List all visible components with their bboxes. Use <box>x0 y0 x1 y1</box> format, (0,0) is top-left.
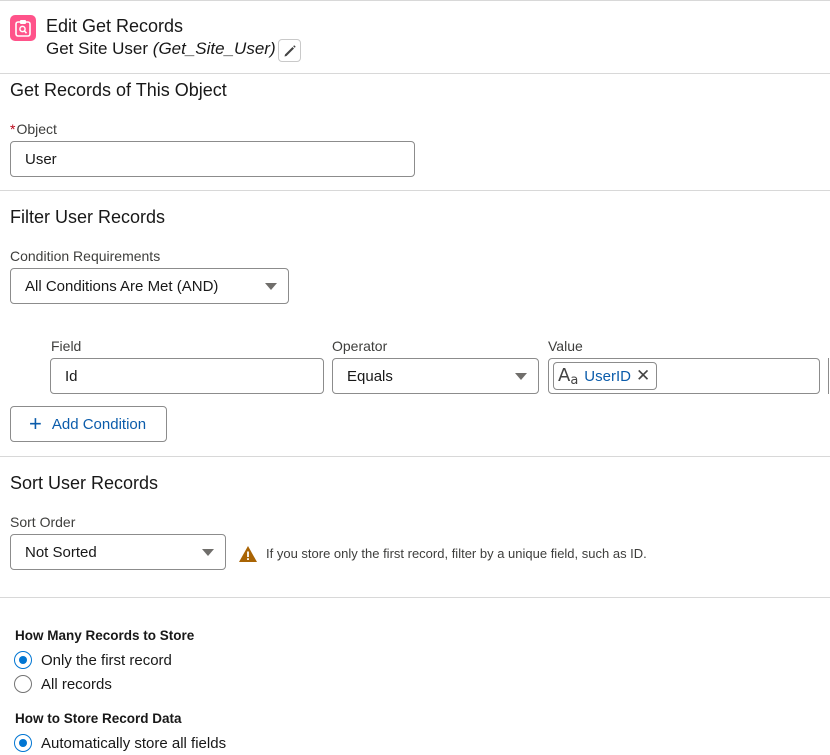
field-column-label: Field <box>51 338 82 354</box>
add-condition-label: Add Condition <box>51 415 147 433</box>
modal-title: Edit Get Records <box>46 16 184 36</box>
add-condition-button[interactable]: + Add Condition <box>10 406 167 442</box>
condition-field-value: Id <box>65 367 78 385</box>
section-divider <box>0 190 830 191</box>
chevron-down-icon <box>202 549 214 556</box>
radio-button-selected[interactable] <box>14 734 32 752</box>
element-api-name: (Get_Site_User) <box>152 39 276 58</box>
element-name: Get Site User (Get_Site_User) <box>46 39 276 59</box>
object-label: *Object <box>10 121 57 137</box>
sort-order-select[interactable]: Not Sorted <box>10 534 226 570</box>
radio-auto-store-fields[interactable]: Automatically store all fields <box>14 734 226 752</box>
radio-label: All records <box>41 675 112 693</box>
operator-column-label: Operator <box>332 338 388 354</box>
radio-button[interactable] <box>14 675 32 693</box>
object-value: User <box>25 150 57 168</box>
resource-pill-label: UserID <box>584 367 631 385</box>
condition-requirements-select[interactable]: All Conditions Are Met (AND) <box>10 268 289 304</box>
condition-operator-value: Equals <box>347 367 393 385</box>
get-records-icon <box>10 15 36 41</box>
section-divider <box>0 597 830 598</box>
section-divider <box>0 456 830 457</box>
object-input[interactable]: User <box>10 141 415 177</box>
condition-requirements-label: Condition Requirements <box>10 248 161 264</box>
how-many-records-label: How Many Records to Store <box>15 628 195 643</box>
condition-operator-select[interactable]: Equals <box>332 358 539 394</box>
radio-label: Only the first record <box>41 651 172 669</box>
resource-pill[interactable]: Aa UserID ✕ <box>553 362 658 390</box>
chevron-down-icon <box>515 373 527 380</box>
radio-button-selected[interactable] <box>14 651 32 669</box>
sort-warning-text: If you store only the first record, filt… <box>266 546 647 561</box>
sort-order-label: Sort Order <box>10 514 76 530</box>
condition-field-input[interactable]: Id <box>50 358 324 394</box>
element-label: Get Site User <box>46 39 149 58</box>
filter-section-title: Filter User Records <box>10 207 166 227</box>
remove-icon[interactable]: ✕ <box>636 366 650 386</box>
how-to-store-label: How to Store Record Data <box>15 711 182 726</box>
value-column-label: Value <box>548 338 583 354</box>
text-resource-icon: Aa <box>558 364 579 388</box>
radio-label: Automatically store all fields <box>41 734 227 752</box>
condition-requirements-value: All Conditions Are Met (AND) <box>25 277 219 295</box>
top-divider <box>0 0 830 1</box>
sort-order-value: Not Sorted <box>25 543 97 561</box>
object-section-title: Get Records of This Object <box>10 80 227 100</box>
sort-section-title: Sort User Records <box>10 473 159 493</box>
radio-only-first-record[interactable]: Only the first record <box>14 651 172 669</box>
section-divider <box>0 73 830 74</box>
condition-value-input[interactable]: Aa UserID ✕ <box>548 358 820 394</box>
radio-all-records[interactable]: All records <box>14 675 112 693</box>
edit-name-button[interactable] <box>278 39 301 62</box>
warning-icon <box>238 545 258 565</box>
add-icon: + <box>29 411 42 436</box>
edit-pencil-icon <box>284 45 296 57</box>
chevron-down-icon <box>265 283 277 290</box>
